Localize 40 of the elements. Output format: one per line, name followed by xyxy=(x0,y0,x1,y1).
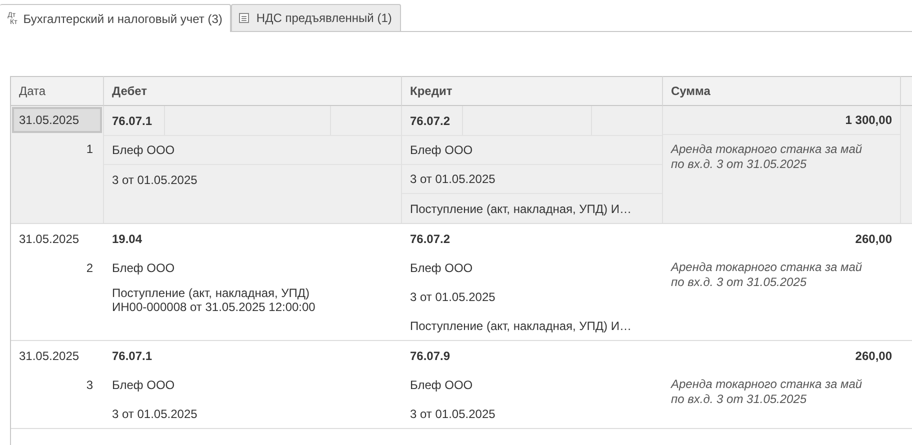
account-code: 76.07.1 xyxy=(111,112,154,130)
account-code: 76.07.2 xyxy=(409,230,452,248)
amount-cell: 1 300,00 xyxy=(663,106,900,135)
description-text: Аренда токарного станка за май по вх.д. 3 от 31.05.2025 xyxy=(670,259,864,291)
row-number: 3 xyxy=(85,376,94,394)
document-icon xyxy=(238,12,250,24)
table-cell-text: 3 от 01.05.2025 xyxy=(409,288,496,306)
amount-cell-text: 260,00 xyxy=(854,230,893,248)
table-cell-text: 3 от 01.05.2025 xyxy=(409,406,496,422)
account-code: 76.07.2 xyxy=(409,112,452,130)
column-header[interactable]: Сумма xyxy=(663,76,901,106)
date-cell-text: 31.05.2025 xyxy=(18,230,80,248)
table-cell-text: Поступление (акт, накладная, УПД) ИН00-000008 от 31.05.2025 12:00:00 xyxy=(111,285,316,316)
account-code: 19.04 xyxy=(111,230,144,248)
table-cell-text: Блеф ООО xyxy=(409,260,474,276)
account-code: 76.07.9 xyxy=(409,348,452,364)
tab[interactable]: НДС предъявленный (1) xyxy=(231,4,401,31)
column-header[interactable]: Дебет xyxy=(104,76,402,106)
table-cell-text: Блеф ООО xyxy=(111,260,176,276)
row-number: 2 xyxy=(85,260,94,276)
account-code: 76.07.1 xyxy=(111,348,154,364)
amount-cell-text: 260,00 xyxy=(854,348,893,364)
column-header[interactable]: Кредит xyxy=(402,76,663,106)
table-cell: Блеф ООО xyxy=(104,136,401,165)
table-cell-text: Блеф ООО xyxy=(409,376,474,394)
table-cell-text: 3 от 01.05.2025 xyxy=(111,172,198,188)
table-cell: 3 от 01.05.2025 xyxy=(402,165,662,194)
table-cell-text: 3 от 01.05.2025 xyxy=(111,406,198,422)
column-header[interactable]: Дата xyxy=(11,76,104,106)
table-cell-text: Блеф ООО xyxy=(111,376,176,394)
table-row[interactable]: 31.05.2025 1 76.07.1 Блеф ООО 3 от 01.05.2025 76.07.2 Блеф ООО 3 от 01.05.2025 Поступление (акт, накладная, УПД) И… 1 300,00 Аренда токарного станка за май по вх.д. 3 от 31.05.2025 xyxy=(11,106,912,224)
table-cell-text: Поступление (акт, накладная, УПД) И… xyxy=(409,318,632,334)
description-text: Аренда токарного станка за май по вх.д. 3 от 31.05.2025 xyxy=(670,376,864,408)
date-cell-text: 31.05.2025 xyxy=(18,348,80,364)
description-text: Аренда токарного станка за май по вх.д. 3 от 31.05.2025 xyxy=(670,141,864,173)
table-cell: Блеф ООО xyxy=(402,136,662,165)
table-row[interactable]: 31.05.2025 3 76.07.1 Блеф ООО 3 от 01.05.2025 76.07.9 Блеф ООО 3 от 01.05.2025 260,00 Аренда токарного станка за май по вх.д. 3 от 31.05.2025 xyxy=(11,341,912,429)
row-number: 1 xyxy=(85,140,94,158)
date-cell: 31.05.2025 xyxy=(12,107,102,133)
table-cell-text: Поступление (акт, накладная, УПД) И… xyxy=(409,200,632,218)
